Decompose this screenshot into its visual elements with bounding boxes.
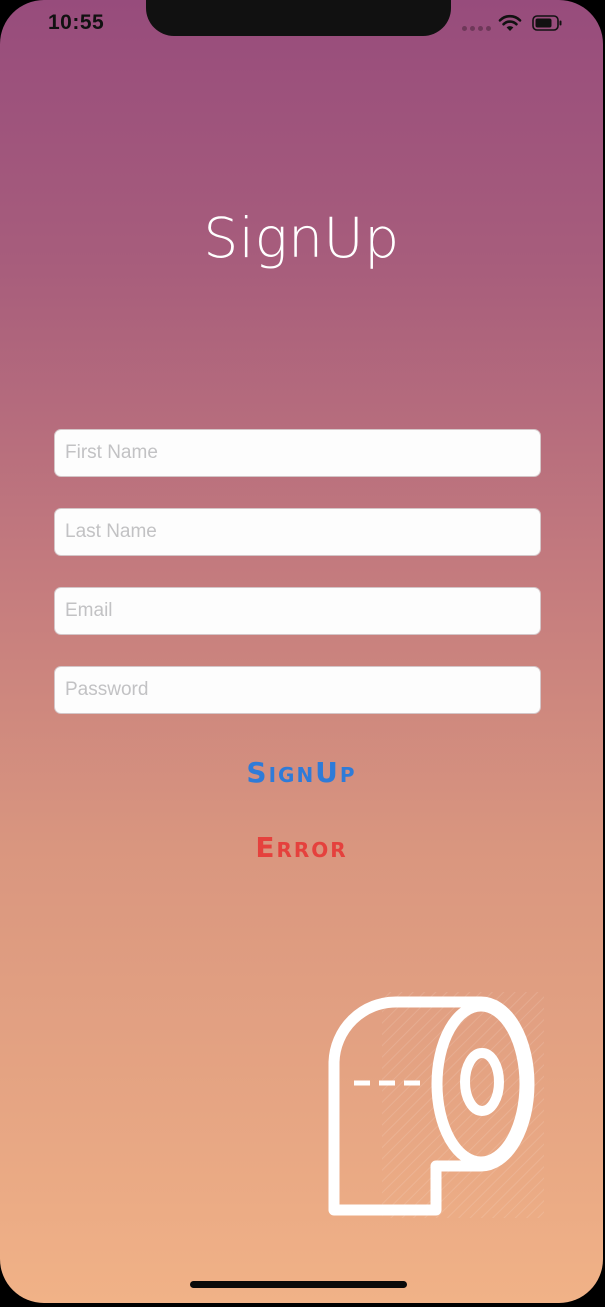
- toilet-paper-roll-icon: [328, 992, 544, 1218]
- first-name-input[interactable]: [54, 429, 541, 477]
- signup-button[interactable]: SignUp: [0, 756, 603, 789]
- home-indicator: [190, 1281, 407, 1288]
- phone-screen: 10:55 SignUp SignUp Error: [0, 0, 603, 1303]
- last-name-input[interactable]: [54, 508, 541, 556]
- page-title: SignUp: [203, 206, 400, 270]
- signal-dots-icon: [462, 26, 491, 31]
- email-input[interactable]: [54, 587, 541, 635]
- wifi-icon: [498, 14, 522, 31]
- notch: [146, 0, 451, 36]
- battery-icon: [532, 15, 562, 31]
- error-label: Error: [255, 831, 348, 864]
- status-time: 10:55: [48, 11, 105, 34]
- password-input[interactable]: [54, 666, 541, 714]
